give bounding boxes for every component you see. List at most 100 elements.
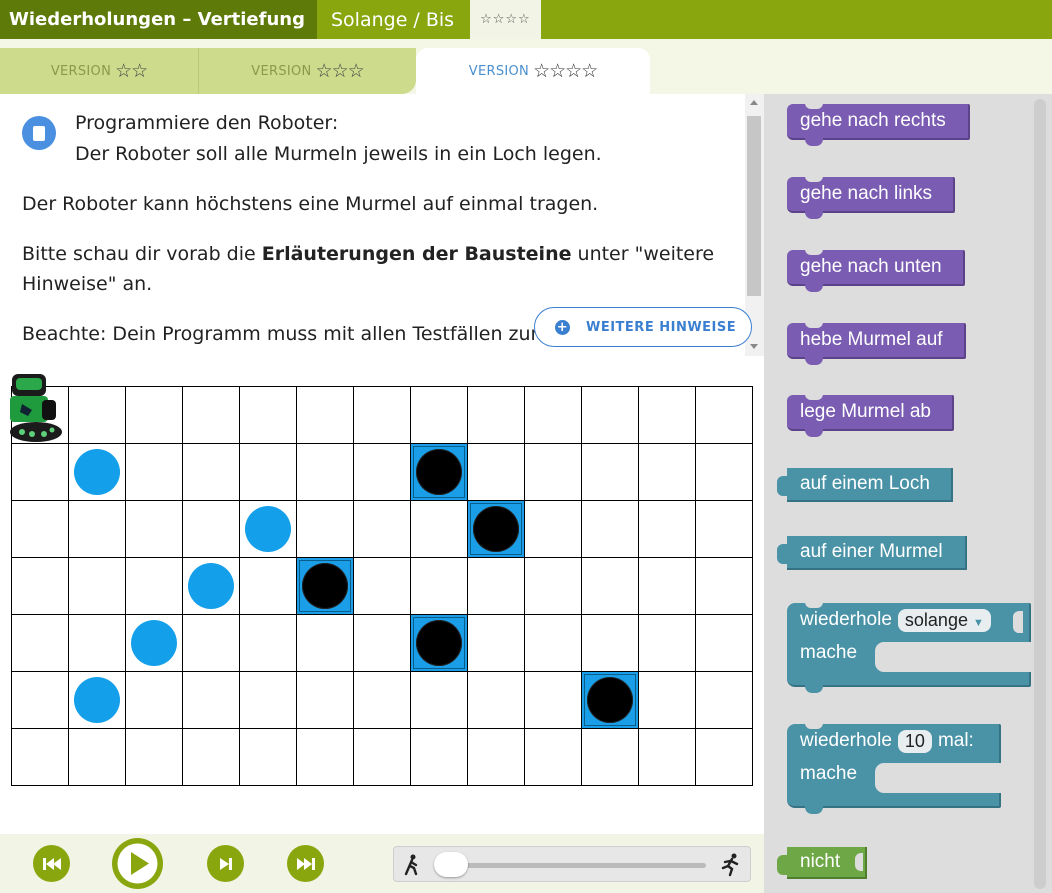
text-segment: unter "weitere bbox=[571, 243, 715, 265]
grid-cell bbox=[525, 387, 582, 444]
grid-cell bbox=[297, 672, 354, 729]
block-tab bbox=[805, 357, 823, 365]
input-slot bbox=[855, 853, 863, 871]
block-suffix-label: mal: bbox=[937, 730, 974, 751]
grid-cell bbox=[639, 387, 696, 444]
book-icon bbox=[22, 116, 56, 150]
grid-cell bbox=[411, 558, 468, 615]
play-icon bbox=[117, 843, 158, 884]
hole-cell bbox=[411, 615, 468, 672]
grid-cell bbox=[354, 501, 411, 558]
grid-cell bbox=[183, 729, 240, 786]
grid-cell bbox=[126, 501, 183, 558]
block-on-hole[interactable]: auf einem Loch bbox=[777, 468, 953, 502]
grid-cell bbox=[468, 387, 525, 444]
grid-cell bbox=[639, 615, 696, 672]
condition-slot bbox=[1013, 611, 1023, 633]
grid-cell bbox=[69, 387, 126, 444]
more-hints-button[interactable]: + WEITERE HINWEISE bbox=[534, 307, 752, 347]
grid-cell bbox=[639, 729, 696, 786]
task-goal: Der Roboter soll alle Murmeln jeweils in… bbox=[75, 143, 602, 165]
block-drop-marble[interactable]: lege Murmel ab bbox=[787, 394, 954, 437]
hole-cell bbox=[411, 444, 468, 501]
chevron-down-icon: ▼ bbox=[972, 616, 984, 629]
tab-version-2-stars[interactable]: VERSION ☆☆ bbox=[0, 48, 198, 94]
block-pick-marble[interactable]: hebe Murmel auf bbox=[787, 322, 966, 365]
block-move-down[interactable]: gehe nach unten bbox=[787, 249, 965, 292]
hole-cell bbox=[468, 501, 525, 558]
grid-cell bbox=[639, 672, 696, 729]
skip-back-icon bbox=[42, 857, 61, 870]
toolbox-scrollbar[interactable] bbox=[1034, 99, 1046, 889]
grid-cell bbox=[354, 729, 411, 786]
header-bar: Wiederholungen – Vertiefung Solange / Bi… bbox=[0, 0, 1052, 39]
grid-cell bbox=[69, 558, 126, 615]
step-button[interactable] bbox=[207, 845, 244, 882]
grid-cell bbox=[126, 387, 183, 444]
course-title: Wiederholungen – Vertiefung bbox=[0, 0, 317, 39]
block-tab bbox=[805, 806, 823, 814]
task-constraint: Der Roboter kann höchstens eine Murmel a… bbox=[22, 193, 599, 215]
grid-cell bbox=[69, 501, 126, 558]
block-repeat-while[interactable]: wiederhole solange ▼ mache bbox=[787, 602, 1031, 693]
tab-label: VERSION bbox=[468, 63, 530, 79]
lesson-title: Solange / Bis bbox=[316, 0, 471, 39]
grid-cell bbox=[639, 444, 696, 501]
grid-cell bbox=[525, 672, 582, 729]
scrollbar-thumb[interactable] bbox=[747, 116, 761, 296]
star-icons: ☆☆ bbox=[115, 60, 148, 82]
grid-cell bbox=[126, 672, 183, 729]
grid-cell bbox=[297, 729, 354, 786]
marble-cell bbox=[69, 444, 126, 501]
block-label: gehe nach unten bbox=[800, 256, 942, 277]
scroll-up-icon[interactable] bbox=[750, 100, 758, 105]
block-row: wiederhole solange ▼ bbox=[800, 608, 991, 632]
marble-cell bbox=[126, 615, 183, 672]
condition-mode-dropdown[interactable]: solange ▼ bbox=[897, 608, 991, 632]
grid-cell bbox=[468, 729, 525, 786]
grid-cell bbox=[183, 615, 240, 672]
speed-slider[interactable] bbox=[393, 846, 751, 882]
block-label: nicht bbox=[800, 851, 841, 872]
block-on-marble[interactable]: auf einer Murmel bbox=[777, 536, 967, 570]
block-row: wiederhole 10 mal: bbox=[800, 729, 974, 753]
task-hint-text-cont: Hinweise" an. bbox=[22, 273, 153, 295]
slider-track[interactable] bbox=[444, 863, 706, 868]
block-move-left[interactable]: gehe nach links bbox=[787, 176, 955, 219]
skip-forward-icon bbox=[296, 857, 315, 870]
block-move-right[interactable]: gehe nach rechts bbox=[787, 103, 970, 146]
repeat-count-input[interactable]: 10 bbox=[897, 729, 932, 753]
grid-cell bbox=[297, 387, 354, 444]
tab-label: VERSION bbox=[50, 63, 112, 79]
play-button[interactable] bbox=[112, 838, 163, 889]
block-toolbox: gehe nach rechts gehe nach links gehe na… bbox=[764, 94, 1052, 893]
grid-cell bbox=[582, 444, 639, 501]
grid-cell bbox=[525, 501, 582, 558]
dropdown-value: solange bbox=[904, 609, 968, 630]
reset-button[interactable] bbox=[33, 845, 70, 882]
grid-cell bbox=[525, 558, 582, 615]
robot-icon bbox=[10, 374, 62, 442]
block-notch bbox=[805, 249, 823, 255]
block-repeat-times[interactable]: wiederhole 10 mal: mache bbox=[787, 723, 1001, 814]
grid-cell bbox=[12, 615, 69, 672]
grid-cell bbox=[126, 558, 183, 615]
tab-version-3-stars[interactable]: VERSION ☆☆☆ bbox=[198, 48, 416, 94]
grid-cell bbox=[468, 672, 525, 729]
grid-cell bbox=[696, 444, 753, 501]
grid-cell bbox=[525, 615, 582, 672]
run-to-end-button[interactable] bbox=[287, 845, 324, 882]
block-not[interactable]: nicht bbox=[777, 847, 867, 879]
tab-version-4-stars[interactable]: VERSION ☆☆☆☆ bbox=[416, 48, 650, 94]
hole-cell bbox=[582, 672, 639, 729]
button-label: WEITERE HINWEISE bbox=[586, 319, 737, 335]
slider-knob[interactable] bbox=[434, 852, 468, 877]
block-label: wiederhole bbox=[800, 730, 892, 751]
version-tabs: VERSION ☆☆ VERSION ☆☆☆ VERSION ☆☆☆☆ bbox=[0, 39, 1052, 94]
task-panel: Programmiere den Roboter: Der Roboter so… bbox=[0, 94, 764, 834]
step-forward-icon bbox=[219, 857, 232, 870]
scroll-down-icon[interactable] bbox=[750, 344, 758, 349]
block-label: hebe Murmel auf bbox=[800, 329, 943, 350]
grid-cell bbox=[582, 387, 639, 444]
grid-cell bbox=[639, 558, 696, 615]
